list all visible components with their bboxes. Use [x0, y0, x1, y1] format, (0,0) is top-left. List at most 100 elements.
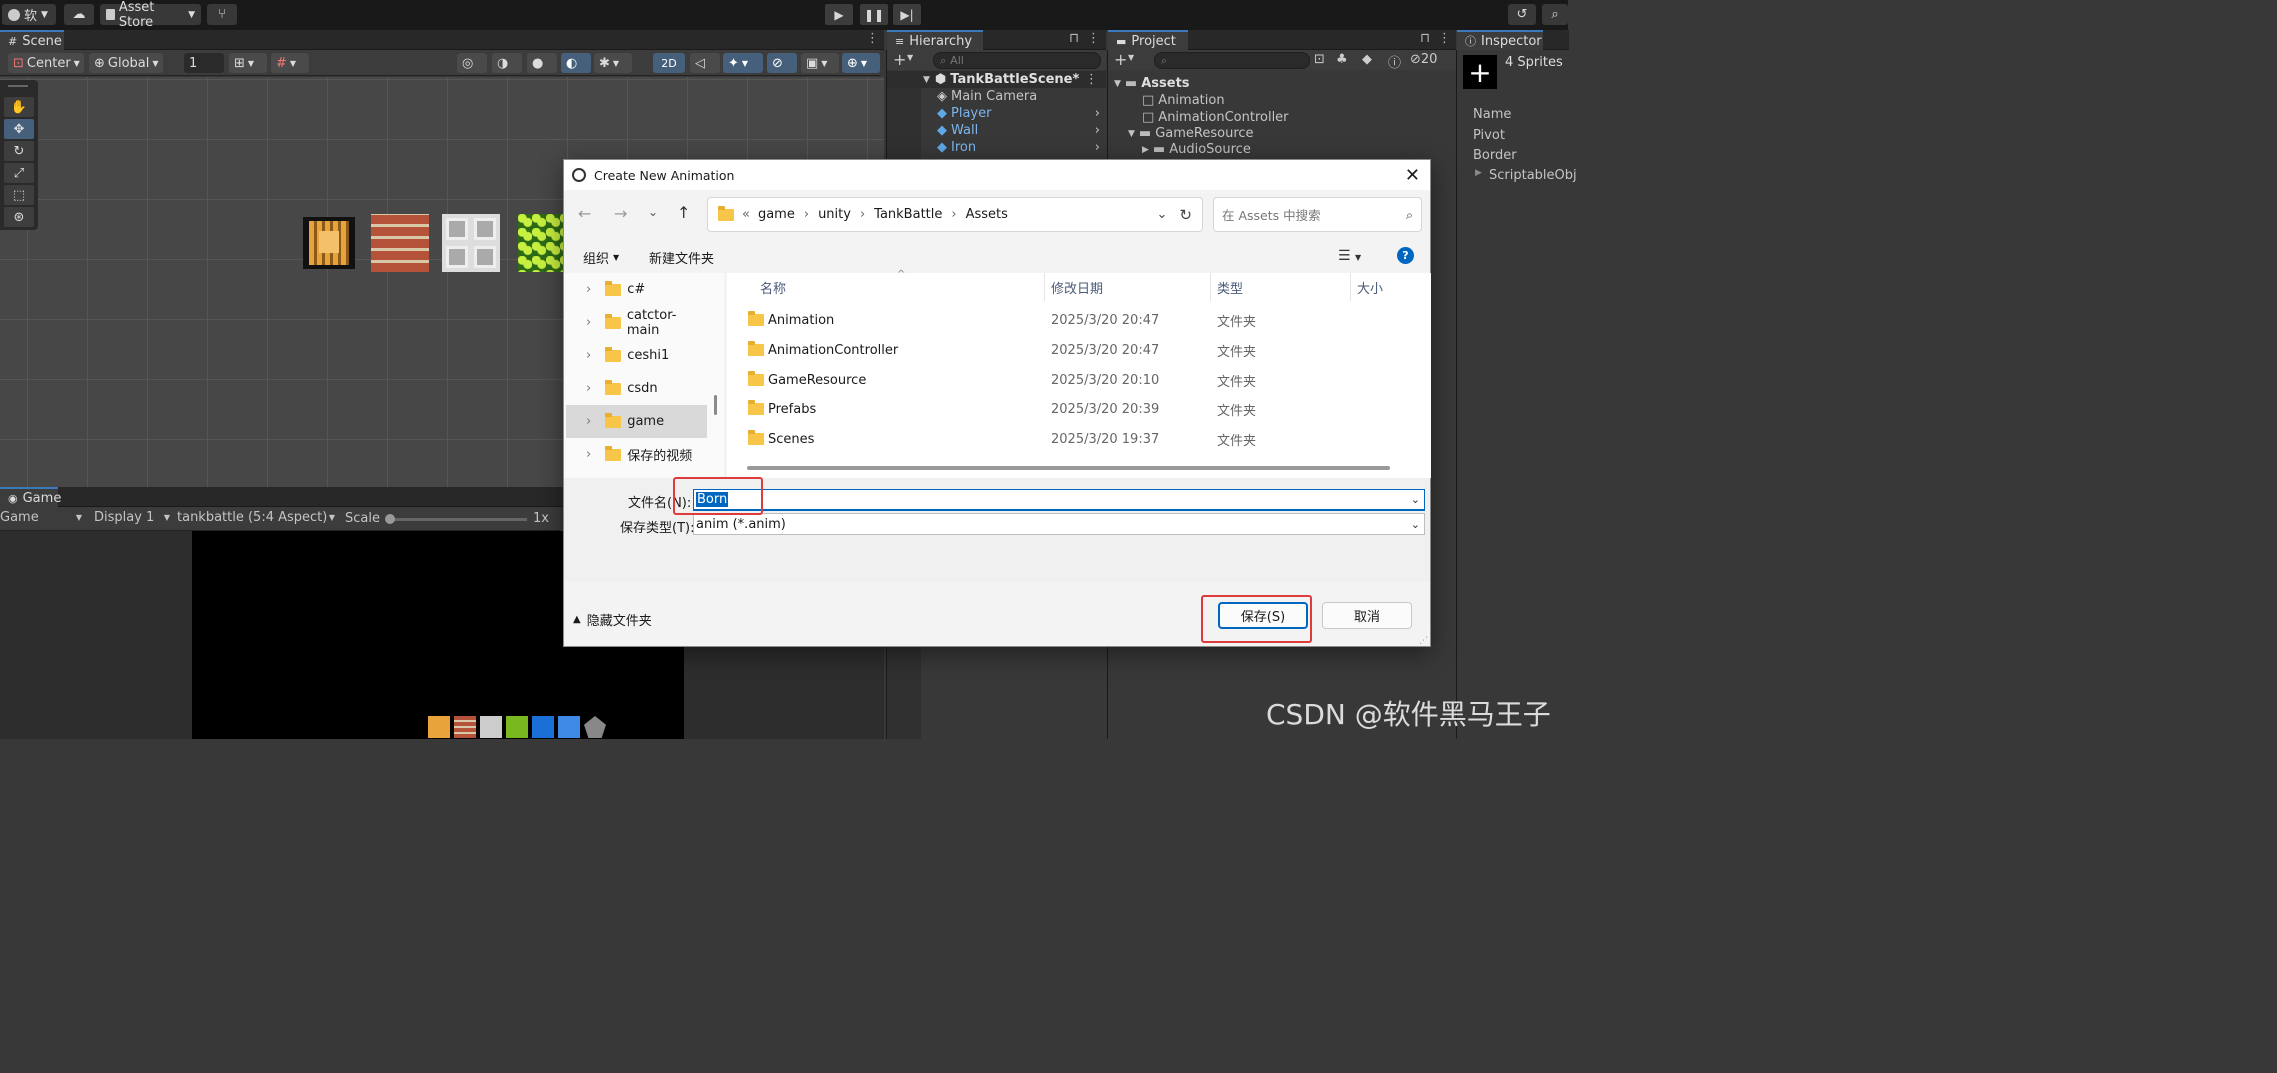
- nav-item[interactable]: › ceshi1: [566, 339, 707, 372]
- view-select[interactable]: Game ▼: [0, 510, 82, 525]
- nav-item[interactable]: › csdn: [566, 372, 707, 405]
- project-tree-item[interactable]: ▼ ▬ Assets: [1108, 75, 1456, 92]
- tab-project[interactable]: ▬ Project: [1108, 30, 1188, 50]
- visibility-toggle[interactable]: ⊘: [767, 53, 797, 73]
- kebab-menu-icon[interactable]: ⋮: [866, 31, 879, 46]
- kebab-menu-icon[interactable]: ⋮: [1438, 31, 1451, 46]
- add-icon[interactable]: +: [1114, 50, 1127, 69]
- chevron-right-icon[interactable]: ▶: [1475, 168, 1482, 178]
- column-name[interactable]: 名称: [760, 278, 786, 297]
- file-row[interactable]: Animation 2025/3/20 20:47 文件夹: [727, 305, 1431, 335]
- project-tree-item[interactable]: □ AnimationController: [1108, 109, 1456, 126]
- add-icon[interactable]: +: [893, 50, 906, 69]
- debug-draw-dropdown[interactable]: ✱ ▼: [594, 53, 632, 73]
- file-row[interactable]: Prefabs 2025/3/20 20:39 文件夹: [727, 394, 1431, 424]
- hierarchy-scene-row[interactable]: ▼ ⬢ TankBattleScene* ⋮: [887, 71, 1106, 88]
- refresh-icon[interactable]: ↻: [1179, 206, 1192, 224]
- iron-sprite[interactable]: [442, 214, 500, 272]
- dialog-search-input[interactable]: 在 Assets 中搜索 ⌕: [1213, 197, 1422, 232]
- filetype-select[interactable]: anim (*.anim) ⌄: [693, 513, 1425, 535]
- project-search-input[interactable]: ⌕: [1154, 52, 1310, 69]
- hand-tool[interactable]: ✋: [4, 97, 34, 117]
- project-tree-item[interactable]: ▼ ▬ GameResource: [1108, 125, 1456, 142]
- address-bar[interactable]: « game › unity › TankBattle › Assets ⌄ ↻: [707, 197, 1203, 232]
- recent-locations-icon[interactable]: ⌄: [648, 205, 658, 219]
- tab-game[interactable]: ◉ Game: [0, 487, 61, 507]
- grid-toggle[interactable]: # ▼: [271, 53, 309, 73]
- chevron-down-icon[interactable]: ⌄: [1411, 493, 1420, 506]
- up-arrow-icon[interactable]: ↑: [677, 203, 690, 222]
- nav-item[interactable]: › c#: [566, 273, 707, 306]
- chevron-down-icon[interactable]: ⌄: [1157, 207, 1168, 222]
- rotate-tool[interactable]: ↻: [4, 141, 34, 161]
- pause-button[interactable]: ❚❚: [860, 4, 888, 25]
- search-button[interactable]: ⌕: [1542, 4, 1568, 25]
- filename-input[interactable]: Born ⌄: [693, 489, 1425, 511]
- project-tree-item[interactable]: □ Animation: [1108, 92, 1456, 109]
- column-size[interactable]: 大小: [1357, 278, 1383, 297]
- cancel-button[interactable]: 取消: [1322, 602, 1412, 629]
- cloud-button[interactable]: ☁: [64, 4, 94, 25]
- breadcrumb-item[interactable]: TankBattle: [874, 207, 942, 222]
- breadcrumb-overflow[interactable]: «: [742, 207, 750, 222]
- organize-menu[interactable]: 组织 ▼: [583, 248, 619, 267]
- hierarchy-item[interactable]: ◆ Wall ›: [887, 122, 1106, 139]
- chevron-right-icon[interactable]: ›: [1095, 106, 1100, 121]
- file-row[interactable]: GameResource 2025/3/20 20:10 文件夹: [727, 365, 1431, 395]
- nav-item-selected[interactable]: › game: [566, 405, 707, 438]
- file-row[interactable]: Scenes 2025/3/20 19:37 文件夹: [727, 424, 1431, 454]
- column-type[interactable]: 类型: [1217, 278, 1243, 297]
- tag-icon[interactable]: ◆: [1362, 52, 1372, 67]
- chevron-right-icon[interactable]: ›: [1095, 140, 1100, 155]
- nav-item[interactable]: › 保存的视频: [566, 438, 707, 471]
- step-button[interactable]: ▶|: [893, 4, 921, 25]
- search-by-label-icon[interactable]: ♣: [1336, 52, 1348, 67]
- chevron-down-icon[interactable]: ▼: [907, 53, 913, 62]
- hierarchy-item[interactable]: ◆ Player ›: [887, 105, 1106, 122]
- hierarchy-search-input[interactable]: ⌕ All: [933, 52, 1101, 69]
- lock-icon[interactable]: ⊓: [1420, 31, 1430, 46]
- tank-sprite[interactable]: [303, 217, 355, 269]
- breadcrumb-item[interactable]: Assets: [966, 207, 1008, 222]
- asset-store-button[interactable]: Asset Store ▼: [100, 0, 201, 30]
- hide-folders-toggle[interactable]: ▲ 隐藏文件夹: [573, 610, 652, 629]
- shaded-wire-button[interactable]: ◑: [492, 53, 522, 73]
- version-control-button[interactable]: ⑂: [207, 4, 237, 25]
- horizontal-scrollbar[interactable]: [747, 466, 1390, 470]
- help-icon[interactable]: ?: [1397, 247, 1414, 264]
- hierarchy-item[interactable]: ◆ Iron ›: [887, 139, 1106, 156]
- breadcrumb-item[interactable]: unity: [818, 207, 851, 222]
- gizmos-dropdown[interactable]: ⊕ ▼: [842, 53, 880, 73]
- breadcrumb-item[interactable]: game: [758, 207, 795, 222]
- grass-sprite[interactable]: [518, 214, 564, 272]
- file-row[interactable]: AnimationController 2025/3/20 20:47 文件夹: [727, 335, 1431, 365]
- new-folder-button[interactable]: 新建文件夹: [649, 248, 714, 267]
- effects-dropdown[interactable]: ✦ ▼: [723, 53, 763, 73]
- transform-tool[interactable]: ⊛: [4, 207, 34, 227]
- column-modified[interactable]: 修改日期: [1051, 278, 1103, 297]
- audio-toggle[interactable]: ◁: [690, 53, 720, 73]
- tab-inspector[interactable]: ⓘ Inspector: [1457, 30, 1543, 50]
- lock-icon[interactable]: ⊓: [1069, 31, 1079, 46]
- view-options-icon[interactable]: ☰ ▼: [1338, 248, 1361, 264]
- rect-tool[interactable]: ⬚: [4, 185, 34, 205]
- tab-scene[interactable]: # Scene: [0, 30, 64, 50]
- scale-tool[interactable]: ⤢: [4, 163, 34, 183]
- display-select[interactable]: Display 1 ▼: [94, 510, 170, 525]
- warning-icon[interactable]: ⓘ: [1388, 52, 1401, 71]
- project-tree-item[interactable]: ▶ ▬ AudioSource: [1108, 141, 1456, 158]
- wall-sprite[interactable]: [371, 214, 429, 272]
- space-dropdown[interactable]: ⊕ Global ▼: [89, 53, 163, 73]
- hierarchy-item[interactable]: ◈ Main Camera: [887, 88, 1106, 105]
- kebab-menu-icon[interactable]: ⋮: [1085, 72, 1098, 87]
- scale-slider[interactable]: [385, 514, 527, 524]
- mode-2d-toggle[interactable]: 2D: [653, 53, 685, 73]
- hidden-count-toggle[interactable]: ⊘20: [1410, 52, 1437, 67]
- move-tool[interactable]: ✥: [4, 119, 34, 139]
- account-dropdown[interactable]: 软 ▼: [2, 4, 56, 25]
- close-icon[interactable]: ✕: [1405, 165, 1420, 186]
- forward-arrow-icon[interactable]: →: [614, 204, 627, 223]
- chevron-down-icon[interactable]: ▼: [1128, 53, 1134, 62]
- pivot-dropdown[interactable]: ⊡ Center ▼: [8, 53, 84, 73]
- grid-size-input[interactable]: 1: [184, 53, 224, 73]
